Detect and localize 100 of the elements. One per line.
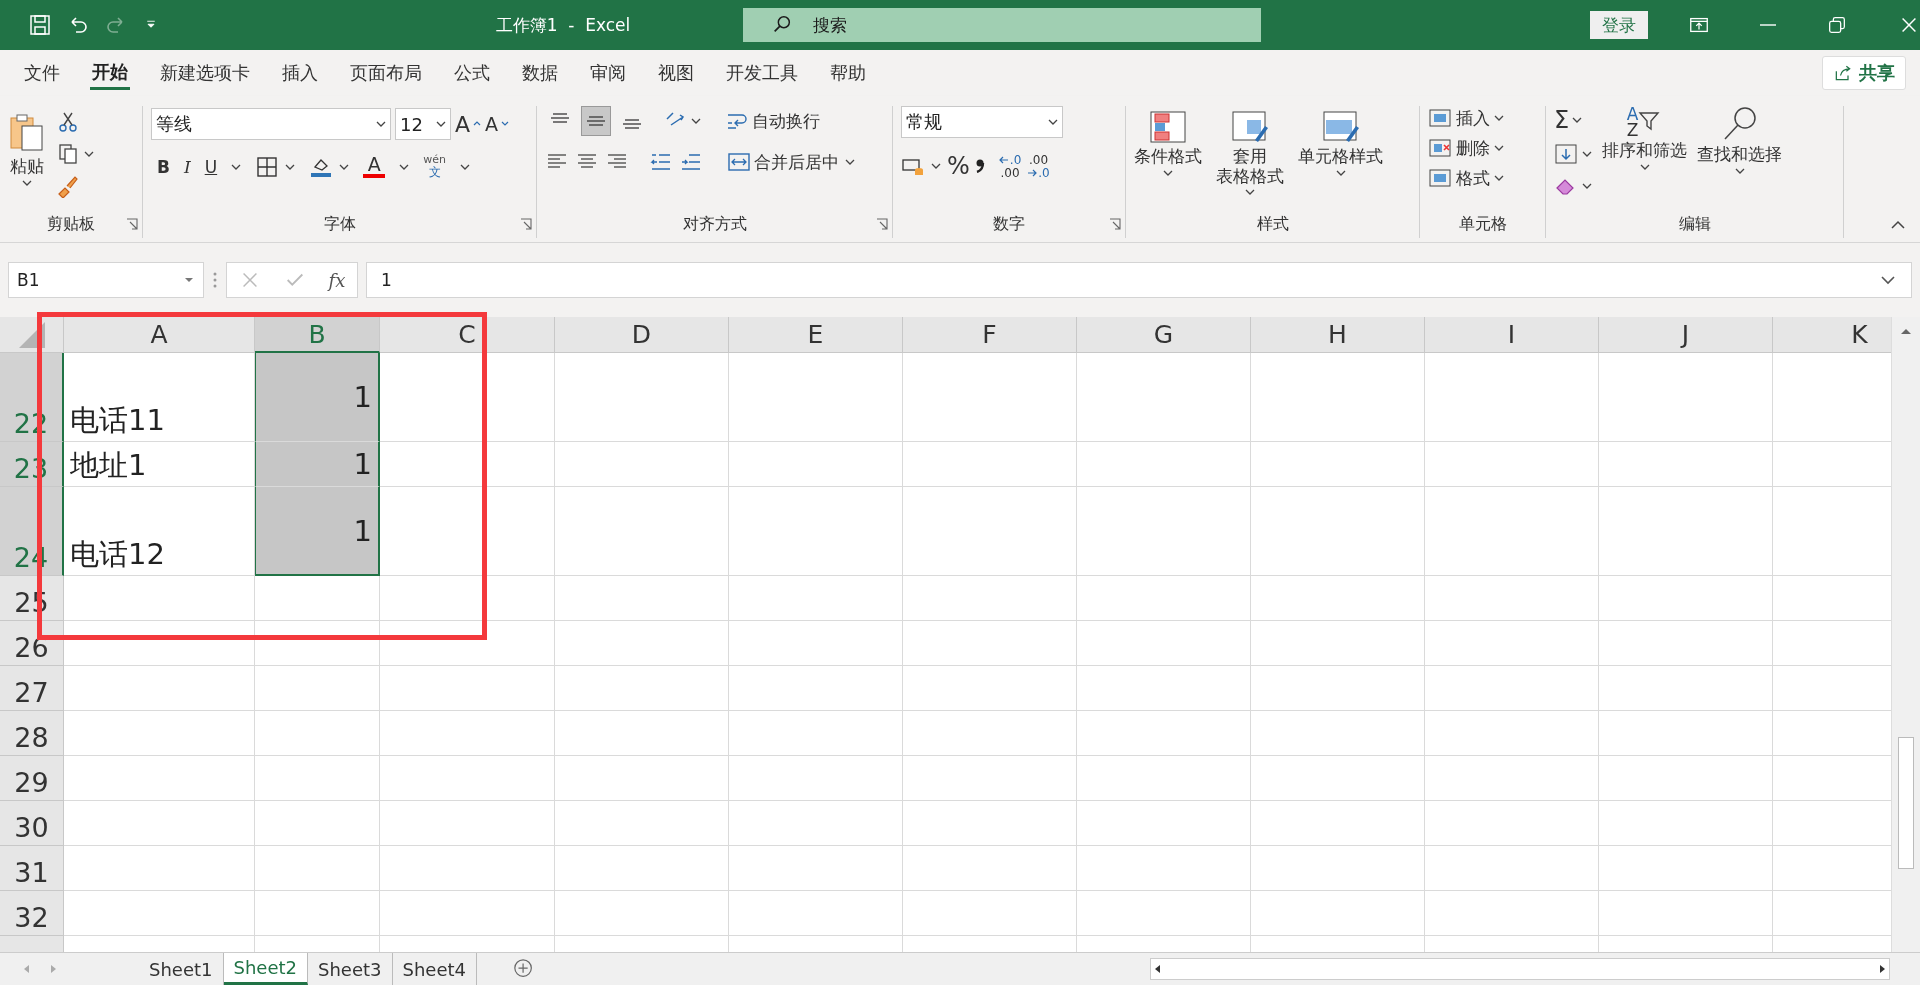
column-header[interactable]: K: [1773, 317, 1891, 353]
font-name-field[interactable]: 等线: [151, 108, 391, 140]
sheet-tab[interactable]: Sheet4: [392, 953, 477, 985]
cells-button[interactable]: 插入: [1428, 106, 1504, 130]
column-header[interactable]: J: [1599, 317, 1773, 353]
table-cell: 1: [255, 487, 380, 576]
left-arrow-icon: [998, 155, 1009, 164]
name-box[interactable]: B1: [8, 262, 204, 298]
phonetic-guide-button[interactable]: wén 文: [423, 154, 446, 180]
caret-icon: [1494, 145, 1504, 151]
sheet-tab[interactable]: Sheet1: [139, 953, 224, 985]
row-header[interactable]: 32: [0, 891, 64, 936]
share-icon: [1833, 63, 1853, 83]
column-header[interactable]: G: [1077, 317, 1251, 353]
column-header[interactable]: H: [1251, 317, 1425, 353]
cells-button[interactable]: 删除: [1428, 136, 1504, 160]
column-header[interactable]: I: [1425, 317, 1599, 353]
menu-tab[interactable]: 新建选项卡: [144, 56, 266, 90]
group-label: 字体: [322, 214, 357, 235]
font-size-field[interactable]: 12: [395, 108, 451, 140]
caret-icon: [1163, 169, 1173, 176]
add-sheet-icon: [513, 958, 535, 980]
group-label: 编辑: [1677, 214, 1712, 235]
menu-tab[interactable]: 视图: [642, 56, 710, 90]
paste-button[interactable]: 粘贴: [8, 106, 46, 214]
row-header[interactable]: 30: [0, 801, 64, 846]
menu-tab[interactable]: 页面布局: [334, 56, 438, 90]
scroll-right-icon: [51, 965, 56, 973]
styles-button[interactable]: 套用 表格格式: [1216, 110, 1284, 196]
grow-font-button[interactable]: A: [455, 111, 482, 137]
font-color-button[interactable]: A: [363, 155, 386, 179]
bold-button[interactable]: B: [157, 156, 170, 177]
select-all-corner[interactable]: [0, 317, 64, 353]
menu-tab[interactable]: 插入: [266, 56, 334, 90]
drag-handle-icon: [212, 271, 218, 289]
row-header[interactable]: 27: [0, 666, 64, 711]
sheet-tab[interactable]: Sheet2: [223, 953, 308, 985]
share-button[interactable]: 共享: [1822, 56, 1906, 90]
cells-button[interactable]: 格式: [1428, 166, 1504, 190]
caret-icon: [84, 151, 94, 157]
caret-icon: [1048, 119, 1058, 125]
menu-tab[interactable]: 开始: [90, 56, 130, 90]
menu-tab[interactable]: 审阅: [574, 56, 642, 90]
menu-tab[interactable]: 帮助: [814, 56, 882, 90]
increase-decimal-button[interactable]: .0 .00: [998, 153, 1022, 179]
caret-icon: [1734, 167, 1745, 174]
menu-tab[interactable]: 开发工具: [710, 56, 814, 90]
column-header[interactable]: D: [555, 317, 729, 353]
dropdown-caret-icon: [183, 275, 195, 285]
styles-button[interactable]: 条件格式: [1134, 110, 1202, 176]
formula-field[interactable]: 1: [366, 262, 1912, 298]
menu-tab[interactable]: 文件: [8, 56, 76, 90]
column-header[interactable]: C: [380, 317, 555, 353]
wrap-text-button[interactable]: 自动换行: [725, 109, 820, 133]
caret-up-icon: [473, 120, 482, 128]
insert-function-button[interactable]: fx: [328, 269, 346, 291]
column-header[interactable]: B: [255, 317, 380, 353]
row-header[interactable]: 28: [0, 711, 64, 756]
caret-icon: [285, 163, 296, 170]
decrease-decimal-button[interactable]: .00 .0: [1027, 153, 1050, 179]
caret-icon: [1494, 175, 1504, 181]
caret-icon: [1335, 169, 1346, 176]
row-header[interactable]: 29: [0, 756, 64, 801]
autosum-button[interactable]: Σ: [1554, 106, 1592, 134]
clipboard-icon: [8, 112, 46, 154]
dialog-launcher-icon: [126, 218, 138, 230]
underline-button[interactable]: U: [204, 156, 218, 177]
number-format-field[interactable]: 常规: [901, 106, 1063, 138]
caret-icon: [931, 163, 941, 169]
group-label: 剪贴板: [46, 214, 96, 235]
menu-tab[interactable]: 公式: [438, 56, 506, 90]
row-header[interactable]: 31: [0, 846, 64, 891]
save-icon: [28, 13, 52, 37]
search-field[interactable]: 搜索: [743, 8, 1261, 42]
dialog-launcher-icon: [1109, 218, 1121, 230]
column-header[interactable]: F: [903, 317, 1077, 353]
scissors-icon: [56, 110, 80, 134]
copy-icon: [56, 142, 80, 166]
sheet-tab[interactable]: Sheet3: [308, 953, 393, 985]
caret-icon: [22, 179, 32, 186]
column-header[interactable]: A: [64, 317, 255, 353]
group-label: 单元格: [1457, 214, 1508, 235]
percent-button[interactable]: %: [947, 152, 970, 180]
menu-tab[interactable]: 数据: [506, 56, 574, 90]
horizontal-scrollbar[interactable]: [1150, 958, 1890, 980]
caret-icon: [1639, 163, 1650, 170]
scrollbar-thumb[interactable]: [1898, 737, 1914, 869]
styles-button[interactable]: 单元格样式: [1298, 110, 1383, 176]
merge-center-button[interactable]: 合并后居中: [727, 150, 839, 174]
find-select-button[interactable]: 查找和选择: [1697, 106, 1782, 214]
sign-in-button[interactable]: 登录: [1590, 11, 1648, 39]
caret-icon: [1582, 183, 1592, 189]
align-lines-icon: [587, 113, 605, 129]
shrink-font-button[interactable]: A: [485, 113, 510, 135]
format-painter-icon: [56, 174, 80, 198]
sort-filter-button[interactable]: A Z 排序和筛选: [1602, 106, 1687, 214]
caret-icon: [436, 121, 446, 127]
italic-button[interactable]: I: [183, 156, 191, 177]
align-button[interactable]: [581, 106, 611, 136]
column-header[interactable]: E: [729, 317, 903, 353]
